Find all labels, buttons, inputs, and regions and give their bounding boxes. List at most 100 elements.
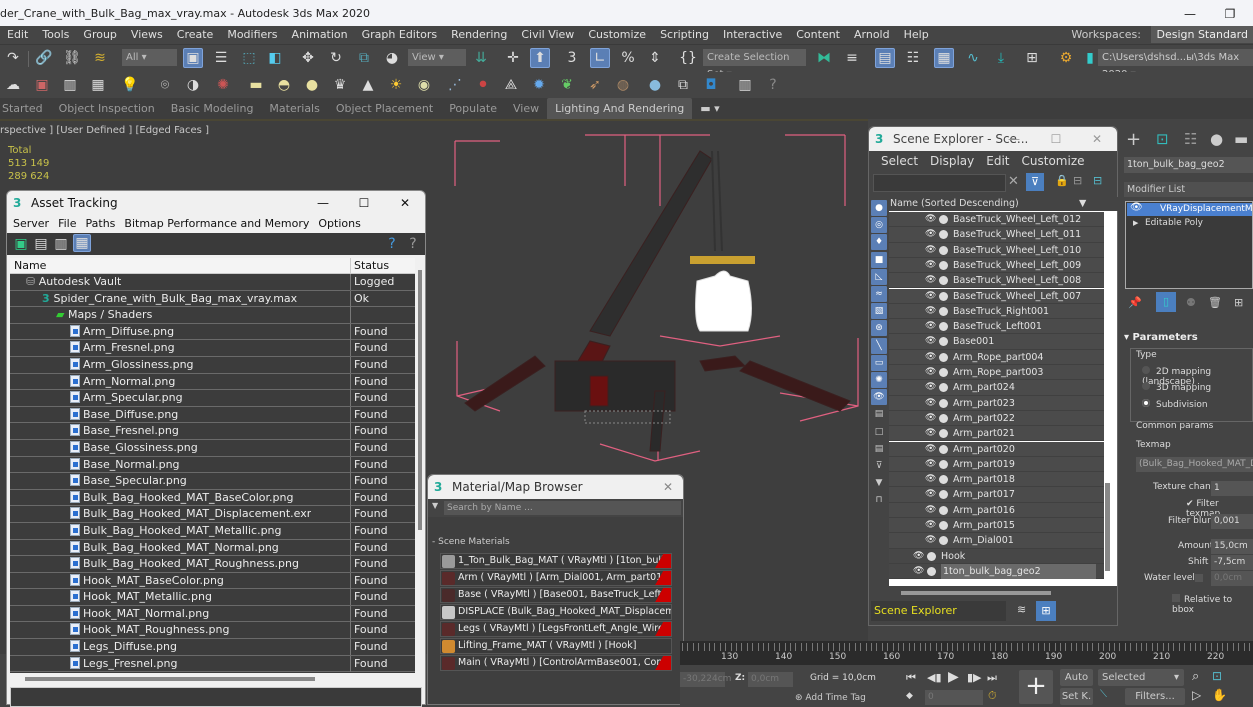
menu-edit[interactable]: Edit (986, 154, 1009, 168)
scene-object-row[interactable]: 👁 BaseTruck_Wheel_Left_007 (889, 288, 1104, 304)
bind-spacewarp-icon[interactable]: ≋ (90, 48, 110, 68)
rectangular-selection-icon[interactable]: ⬚ (239, 48, 259, 68)
menu-edit[interactable]: Edit (0, 26, 35, 43)
table-row[interactable]: Bulk_Bag_Hooked_MAT_Displacement.exr Foun… (10, 506, 415, 523)
table-row[interactable]: Hook_MAT_BaseColor.png Found (10, 572, 415, 590)
object-name-field[interactable]: 1ton_bulk_bag_geo2 (1124, 157, 1253, 173)
z-coordinate-field[interactable]: 0,0cm (748, 672, 793, 687)
scene-object-row[interactable]: 👁 Arm_Rope_part004 (889, 349, 1104, 365)
workspace-dropdown[interactable]: Design Standard (1151, 26, 1253, 43)
visibility-eye-icon[interactable]: 👁 (925, 289, 936, 304)
particles-filter-icon[interactable]: ✺ (871, 372, 887, 388)
proxy-icon[interactable]: ⚫ (473, 75, 493, 95)
cone-light-icon[interactable]: ▲ (358, 75, 378, 95)
zoom-all-icon[interactable]: ⊡ (1212, 669, 1222, 683)
key-tangent-icon[interactable]: ⟍ (1100, 689, 1107, 700)
lights-filter-icon[interactable]: ♦ (871, 234, 887, 251)
key-filter-dropdown[interactable]: Selected ▾ (1098, 669, 1184, 686)
table-row[interactable]: Base_Fresnel.png Found (10, 423, 415, 440)
menu-options[interactable]: Options (318, 217, 360, 230)
scene-object-row[interactable]: 👁 BaseTruck_Wheel_Left_012 (889, 212, 1104, 228)
play-icon[interactable]: ▶ (948, 669, 959, 685)
scene-hscroll[interactable] (901, 591, 1051, 595)
menu-interactive[interactable]: Interactive (716, 26, 789, 43)
table-row[interactable]: ▰ Maps / Shaders (10, 307, 415, 324)
visibility-eye-icon[interactable]: 👁 (925, 426, 936, 441)
visibility-eye-icon[interactable]: 👁 (925, 273, 936, 288)
tab-getting-started[interactable]: Started (0, 98, 51, 119)
visibility-eye-icon[interactable]: 👁 (925, 212, 936, 227)
current-frame-spinner[interactable]: 0 (925, 690, 983, 705)
mirror-icon[interactable]: ⧓ (814, 48, 834, 68)
material-item[interactable]: Base ( VRayMtl ) [Base001, BaseTruck_Lef… (440, 587, 672, 603)
visibility-eye-icon[interactable]: 👁 (925, 350, 936, 365)
invert-selection-icon[interactable]: ▤ (871, 441, 887, 457)
vray-render-icon[interactable]: ✺ (213, 75, 233, 95)
ref-coord-dropdown[interactable]: View ▾ (408, 49, 466, 66)
explorer-selector[interactable]: Scene Explorer (871, 601, 1006, 621)
table-row[interactable]: Hook_MAT_Normal.png Found (10, 605, 415, 623)
water-level-checkbox[interactable] (1195, 574, 1203, 582)
visibility-eye-icon[interactable]: 👁 (913, 549, 924, 564)
configure-modifier-icon[interactable]: ⊞ (1234, 296, 1243, 309)
scene-explorer-toggle-icon[interactable]: ▤ (875, 48, 895, 68)
light-lister-icon[interactable]: 💡 (120, 75, 140, 95)
menu-create[interactable]: Create (170, 26, 221, 43)
table-row[interactable]: ⛁ Autodesk Vault Logged O... (10, 274, 415, 304)
bones-filter-icon[interactable]: ╲ (871, 337, 887, 354)
tab-object-inspection[interactable]: Object Inspection (51, 98, 163, 119)
zoom-icon[interactable]: ⌕ (1192, 669, 1199, 684)
restore-icon[interactable]: ❐ (1210, 0, 1250, 28)
menu-customize[interactable]: Customize (1022, 154, 1085, 168)
scene-object-row[interactable]: 👁 Arm_part018 (889, 472, 1104, 488)
table-row[interactable]: Base_Specular.png Found (10, 473, 415, 490)
pan-icon[interactable]: ✋ (1212, 688, 1227, 702)
render-icon[interactable]: ▣ (32, 75, 52, 95)
menu-bitmap-performance[interactable]: Bitmap Performance and Memory (124, 217, 309, 230)
window-crossing-icon[interactable]: ◧ (265, 48, 285, 68)
groups-filter-icon[interactable]: ▧ (871, 303, 887, 320)
spinner-snap-icon[interactable]: ⇕ (645, 48, 665, 68)
key-mode-icon[interactable]: ◆ (906, 691, 913, 701)
help-icon[interactable]: ? (382, 234, 402, 254)
plane-light-icon[interactable]: ▬ (246, 75, 266, 95)
column-name[interactable]: Name (14, 258, 46, 274)
remove-modifier-icon[interactable]: 🗑 (1208, 296, 1222, 309)
menu-civil-view[interactable]: Civil View (514, 26, 581, 43)
angle-snap-icon[interactable]: ∟ (590, 48, 610, 68)
shapes-filter-icon[interactable]: ◎ (871, 217, 887, 234)
render-frame-icon[interactable]: ▮ (1080, 48, 1100, 68)
scene-object-row[interactable]: 👁 Arm_part022 (889, 410, 1104, 427)
tab-populate[interactable]: Populate (441, 98, 505, 119)
fur-object-icon[interactable]: ❦ (557, 75, 577, 95)
visibility-eye-icon[interactable]: 👁 (925, 411, 936, 426)
containers-icon[interactable]: ⊓ (871, 492, 887, 508)
tab-object-placement[interactable]: Object Placement (328, 98, 441, 119)
set-key-big-icon[interactable]: + (1019, 670, 1053, 704)
viewport-label[interactable]: rspective ] [User Defined ] [Edged Faces… (0, 125, 209, 136)
ribbon-options-icon[interactable]: ▬ ▾ (692, 98, 727, 119)
modifier-list-dropdown[interactable]: Modifier List (1124, 182, 1253, 197)
scene-object-row[interactable]: 👁 Arm_part017 (889, 487, 1104, 503)
show-end-result-icon[interactable]: ▯ (1156, 292, 1176, 312)
ambient-light-icon[interactable]: ◉ (414, 75, 434, 95)
menu-display[interactable]: Display (930, 154, 974, 168)
project-path-dropdown[interactable]: C:\Users\dshsd...ы\3ds Max 2020 ▾ (1098, 49, 1253, 80)
visibility-eye-icon[interactable]: 👁 (925, 380, 936, 395)
scene-object-row[interactable]: 👁 Hook (889, 548, 1104, 564)
percent-snap-icon[interactable]: % (618, 48, 638, 68)
table-view-icon[interactable]: ▦ (73, 234, 91, 252)
table-row[interactable]: Bulk_Bag_Hooked_MAT_Roughness.png Found (10, 556, 415, 573)
sun-icon[interactable]: ☀ (386, 75, 406, 95)
filter-options-icon[interactable]: ⊽ (871, 458, 887, 474)
make-unique-icon[interactable]: ⚉ (1186, 296, 1196, 309)
table-row[interactable]: Arm_Normal.png Found (10, 373, 415, 391)
menu-paths[interactable]: Paths (86, 217, 116, 230)
tab-materials[interactable]: Materials (261, 98, 327, 119)
table-row[interactable]: Base_Normal.png Found (10, 456, 415, 474)
visibility-eye-icon[interactable]: 👁 (925, 243, 936, 258)
edit-named-selection-icon[interactable]: {} (678, 48, 698, 68)
render-setup-icon[interactable]: ⚙ (1056, 48, 1076, 68)
scene-object-row[interactable]: 👁 Arm_part019 (889, 456, 1104, 473)
hierarchy-expand-icon[interactable]: ⊟ (1093, 174, 1102, 187)
